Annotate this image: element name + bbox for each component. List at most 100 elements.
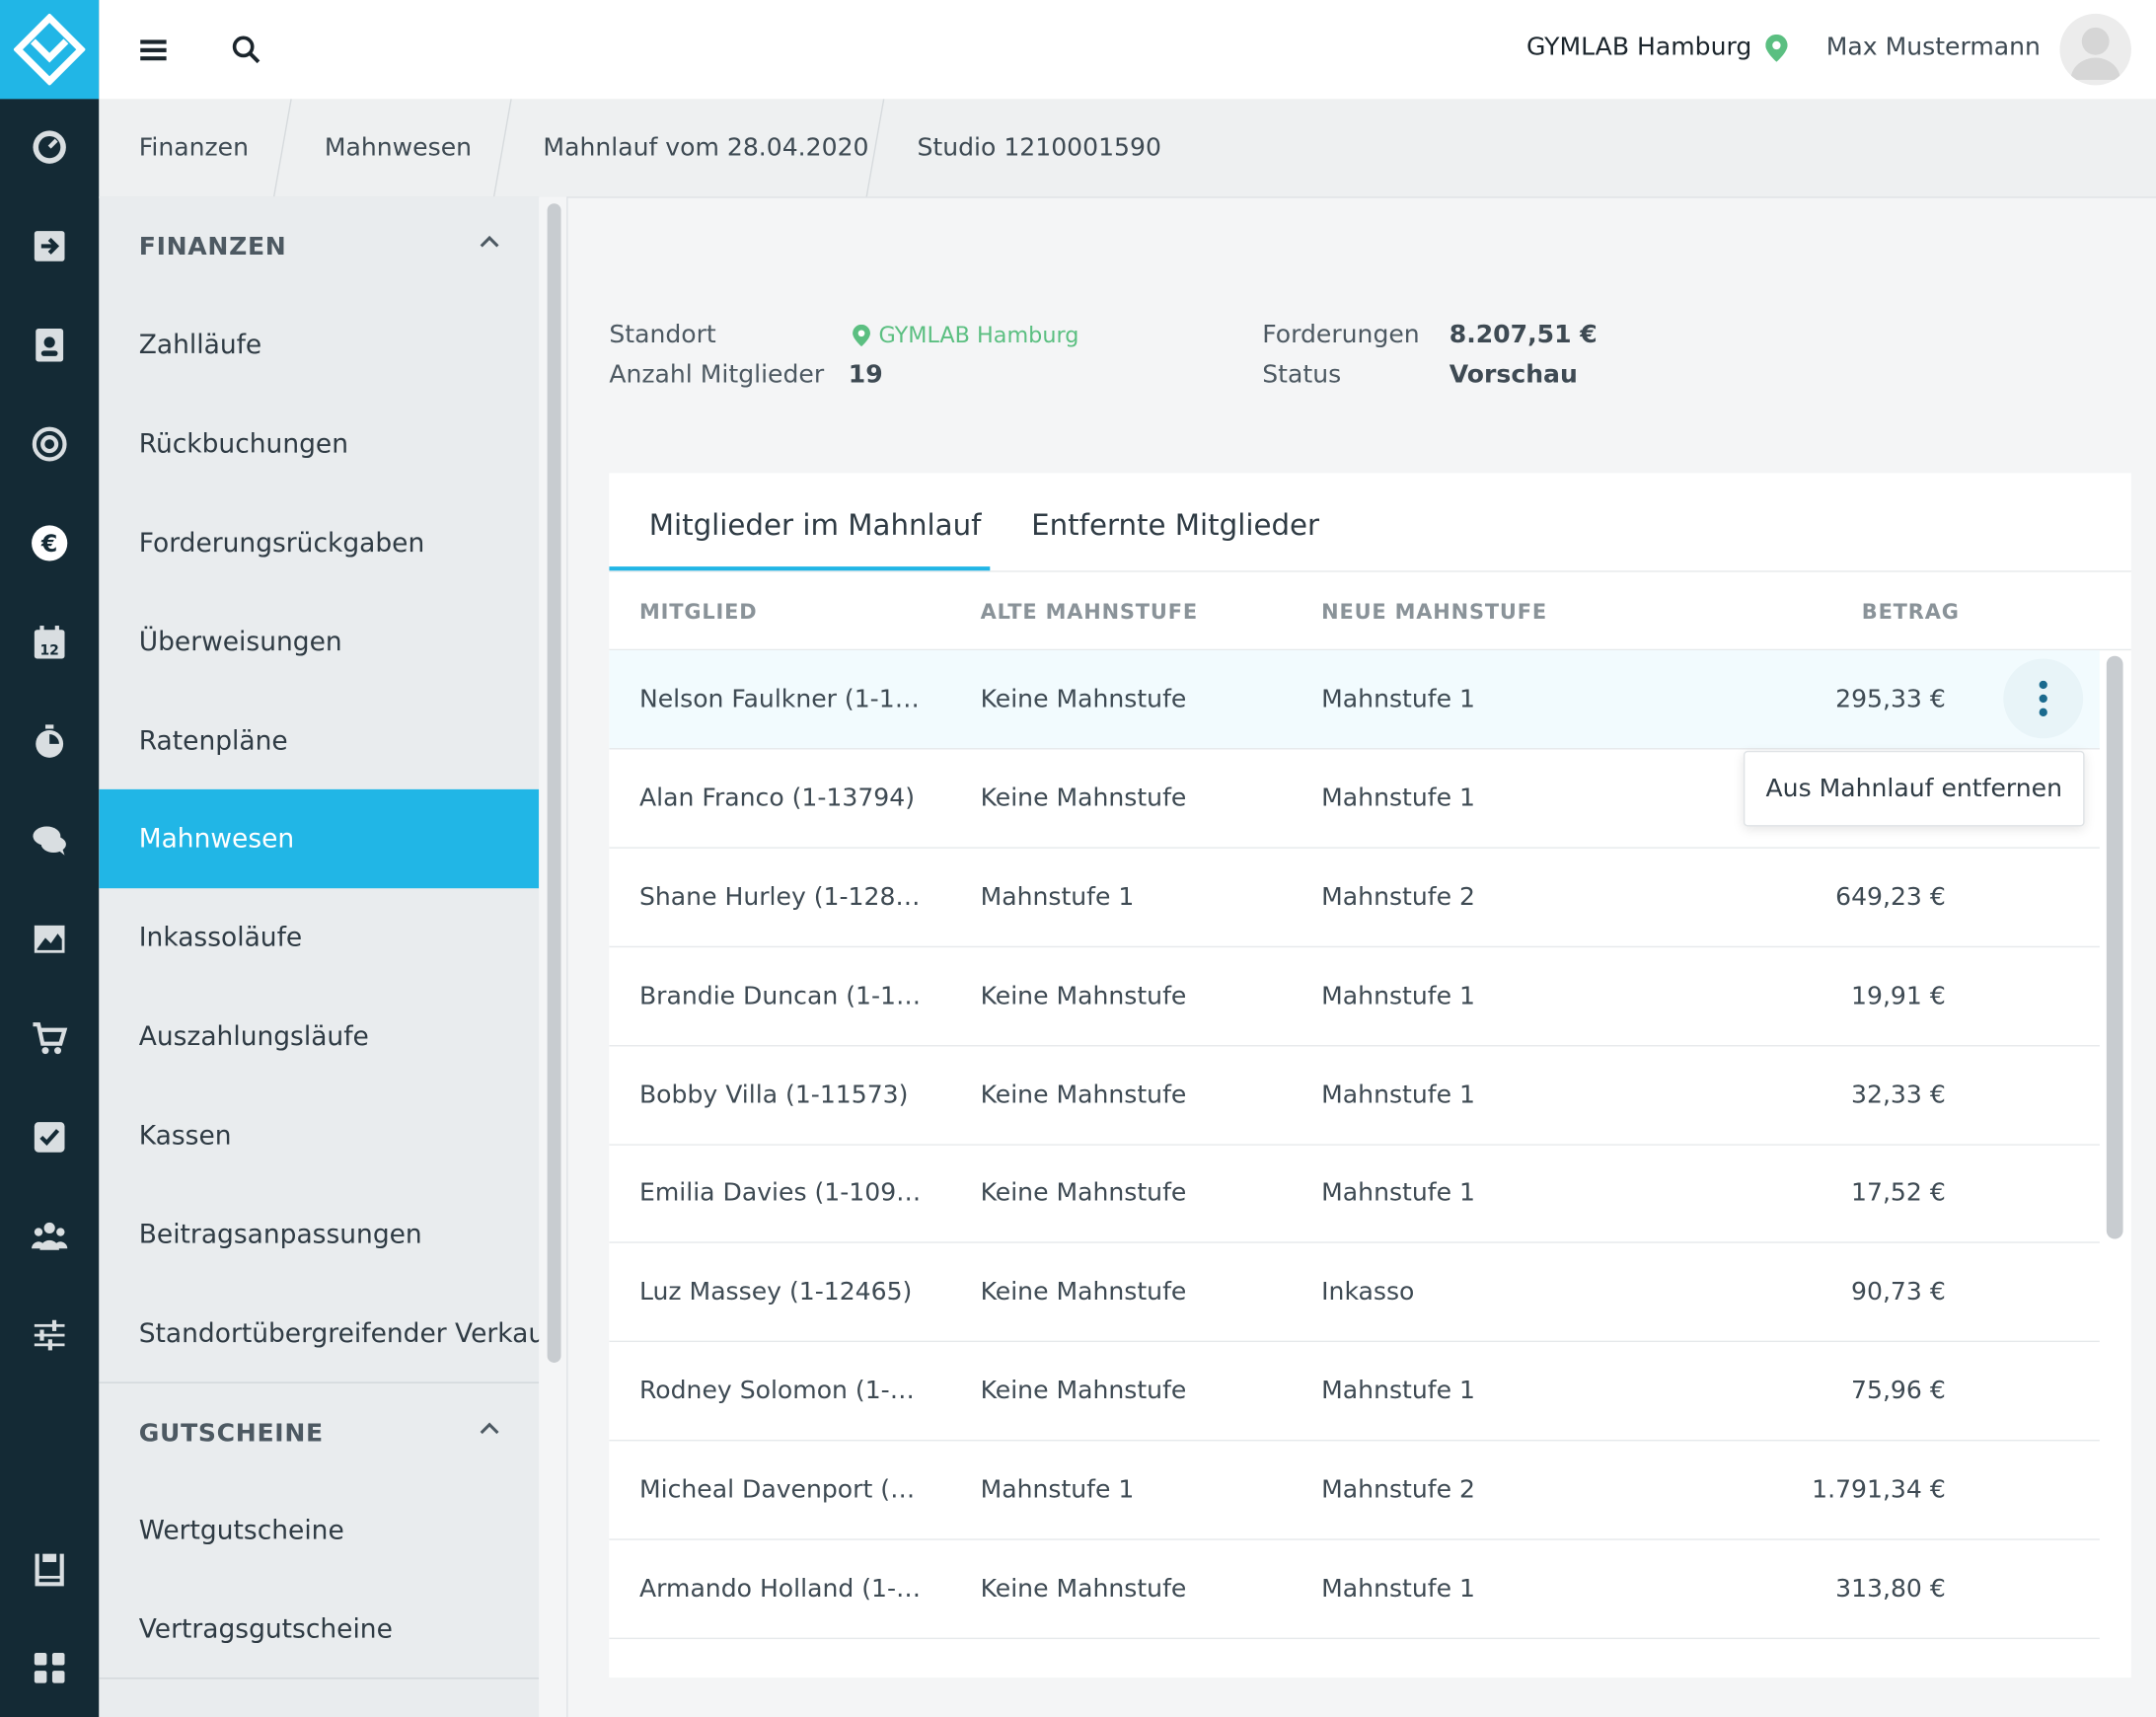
table-row[interactable]: Nelson Faulkner (1-13… Keine Mahnstufe M… — [609, 650, 2100, 750]
cell-old-level: Keine Mahnstufe — [980, 1081, 1187, 1110]
summary-claims-label: Forderungen — [1262, 320, 1420, 349]
rail-settings[interactable] — [0, 1305, 99, 1365]
cell-new-level: Mahnstufe 1 — [1321, 784, 1475, 813]
check-in-arrow-icon — [34, 231, 65, 261]
rail-apps[interactable] — [0, 1638, 99, 1698]
table-row[interactable]: Shane Hurley (1-12887) Mahnstufe 1 Mahns… — [609, 849, 2100, 948]
rail-reports[interactable] — [0, 909, 99, 969]
sidebar-item-mahnwesen[interactable]: Mahnwesen — [99, 788, 540, 889]
tab-bar: Mitglieder im Mahnlauf Entfernte Mitglie… — [609, 473, 2131, 572]
table-row[interactable]: Armando Holland (1-1… Keine Mahnstufe Ma… — [609, 1540, 2100, 1640]
breadcrumb-mahnwesen[interactable]: Mahnwesen — [325, 99, 472, 196]
cell-old-level: Keine Mahnstufe — [980, 1376, 1187, 1406]
sidebar-item-rueckbuchungen[interactable]: Rückbuchungen — [99, 395, 539, 493]
column-header-betrag[interactable]: BETRAG — [1862, 600, 1960, 625]
breadcrumb-mahnlauf[interactable]: Mahnlauf vom 28.04.2020 — [543, 99, 868, 196]
cell-old-level: Keine Mahnstufe — [980, 784, 1187, 813]
cell-new-level: Mahnstufe 1 — [1321, 1376, 1475, 1406]
table-row[interactable]: Luz Massey (1-12465) Keine Mahnstufe Ink… — [609, 1243, 2100, 1343]
summary-claims-value: 8.207,51 € — [1449, 320, 1598, 349]
sidebar-item-zahllaeufe[interactable]: Zahlläufe — [99, 296, 539, 395]
rail-finance[interactable]: € — [0, 513, 99, 573]
column-header-mitglied[interactable]: MITGLIED — [639, 600, 757, 625]
cell-amount: 19,91 € — [1851, 981, 1946, 1011]
menu-item-remove-from-run[interactable]: Aus Mahnlauf entfernen — [1745, 752, 2083, 825]
sidebar-item-ueberweisungen[interactable]: Überweisungen — [99, 593, 539, 692]
sidebar-item-ratenplaene[interactable]: Ratenpläne — [99, 692, 539, 790]
app-logo-icon — [13, 13, 86, 86]
sidebar-item-vertragsgutscheine[interactable]: Vertragsgutscheine — [99, 1580, 539, 1679]
user-name[interactable]: Max Mustermann — [1826, 33, 2041, 61]
target-icon — [32, 426, 67, 462]
rail-members[interactable] — [0, 315, 99, 375]
rail-tasks[interactable] — [0, 1107, 99, 1167]
cell-old-level: Keine Mahnstufe — [980, 981, 1187, 1011]
studio-selector[interactable]: GYMLAB Hamburg — [1526, 33, 1788, 62]
cell-amount: 32,33 € — [1851, 1081, 1946, 1110]
table-row[interactable]: Micheal Davenport (1-… Mahnstufe 1 Mahns… — [609, 1441, 2100, 1540]
cell-member: Brandie Duncan (1-12… — [638, 981, 926, 1011]
rail-target[interactable] — [0, 413, 99, 474]
search-button[interactable] — [221, 25, 270, 74]
cell-old-level: Keine Mahnstufe — [980, 1574, 1187, 1604]
sidebar-item-standortuebergreifender-verkauf[interactable]: Standortübergreifender Verkauf — [99, 1285, 540, 1383]
active-tab-indicator — [609, 566, 991, 571]
menu-button[interactable] — [129, 25, 179, 74]
summary-location-value: GYMLAB Hamburg — [878, 322, 1079, 348]
sidebar-item-auszahlungslaeufe[interactable]: Auszahlungsläufe — [99, 988, 539, 1086]
breadcrumb: Finanzen Mahnwesen Mahnlauf vom 28.04.20… — [99, 99, 2156, 198]
rail-dashboard[interactable] — [0, 116, 99, 177]
sidebar-item-wertgutscheine[interactable]: Wertgutscheine — [99, 1481, 539, 1580]
table-row[interactable]: Brandie Duncan (1-12… Keine Mahnstufe Ma… — [609, 947, 2100, 1047]
sidebar-scrollbar-thumb[interactable] — [547, 203, 561, 1363]
table-row[interactable]: Bobby Villa (1-11573) Keine Mahnstufe Ma… — [609, 1046, 2100, 1146]
checkbox-icon — [34, 1122, 65, 1153]
table-row[interactable]: Rodney Solomon (1-1… Keine Mahnstufe Mah… — [609, 1342, 2100, 1442]
sliders-icon — [34, 1319, 65, 1351]
sidebar-item-beitragsanpassungen[interactable]: Beitragsanpassungen — [99, 1185, 539, 1284]
rail-messages[interactable] — [0, 810, 99, 870]
sidebar-item-kassen[interactable]: Kassen — [99, 1086, 539, 1185]
tab-entfernte-mitglieder[interactable]: Entfernte Mitglieder — [1031, 473, 1319, 570]
cell-member: Alan Franco (1-13794) — [638, 784, 916, 813]
rail-store[interactable] — [0, 1538, 99, 1599]
rail-shop[interactable] — [0, 1008, 99, 1068]
cell-member: Rodney Solomon (1-1… — [638, 1376, 926, 1406]
section-title: GUTSCHEINE — [138, 1418, 324, 1448]
section-header-finanzen[interactable]: FINANZEN — [99, 196, 539, 295]
cell-old-level: Mahnstufe 1 — [980, 882, 1135, 912]
summary-status-value: Vorschau — [1449, 360, 1578, 390]
location-pin-icon — [1765, 34, 1788, 62]
cell-amount: 1.791,34 € — [1812, 1475, 1946, 1505]
app-logo[interactable] — [0, 0, 100, 100]
table-row[interactable]: Emilia Davies (1-10920) Keine Mahnstufe … — [609, 1144, 2100, 1243]
sidebar-item-forderungsrueckgaben[interactable]: Forderungsrückgaben — [99, 493, 539, 592]
column-header-alte-mahnstufe[interactable]: ALTE MAHNSTUFE — [981, 600, 1198, 625]
calendar-icon: 12 — [34, 626, 65, 659]
rail-check-in[interactable] — [0, 216, 99, 276]
svg-text:12: 12 — [39, 642, 58, 658]
rail-calendar[interactable]: 12 — [0, 612, 99, 672]
image-chart-icon — [34, 925, 65, 953]
rail-team[interactable] — [0, 1206, 99, 1266]
breadcrumb-finanzen[interactable]: Finanzen — [139, 99, 249, 196]
cell-amount: 649,23 € — [1835, 882, 1946, 912]
breadcrumb-separator — [272, 99, 292, 197]
sidebar-scrollbar[interactable] — [539, 196, 568, 1717]
section-header-gutscheine[interactable]: GUTSCHEINE — [99, 1383, 539, 1482]
row-actions-button[interactable] — [2003, 658, 2084, 739]
rail-timer[interactable] — [0, 710, 99, 771]
cell-new-level: Mahnstufe 1 — [1321, 981, 1475, 1011]
cell-member: Armando Holland (1-1… — [638, 1574, 926, 1604]
summary-location-link[interactable]: GYMLAB Hamburg — [853, 322, 1079, 348]
cell-old-level: Keine Mahnstufe — [980, 684, 1187, 714]
app-window: € 12 GYMLAB Hamburg Max Mustermann Finan… — [0, 0, 2156, 1717]
more-vertical-icon — [2039, 680, 2047, 717]
column-header-neue-mahnstufe[interactable]: NEUE MAHNSTUFE — [1321, 600, 1547, 625]
sidebar-item-inkassolaeufe[interactable]: Inkassoläufe — [99, 888, 539, 987]
cell-new-level: Mahnstufe 1 — [1321, 684, 1475, 714]
avatar[interactable] — [2059, 13, 2131, 86]
table-scrollbar-thumb[interactable] — [2106, 655, 2123, 1239]
tab-mitglieder-im-mahnlauf[interactable]: Mitglieder im Mahnlauf — [649, 473, 982, 570]
cell-amount: 75,96 € — [1851, 1376, 1946, 1406]
